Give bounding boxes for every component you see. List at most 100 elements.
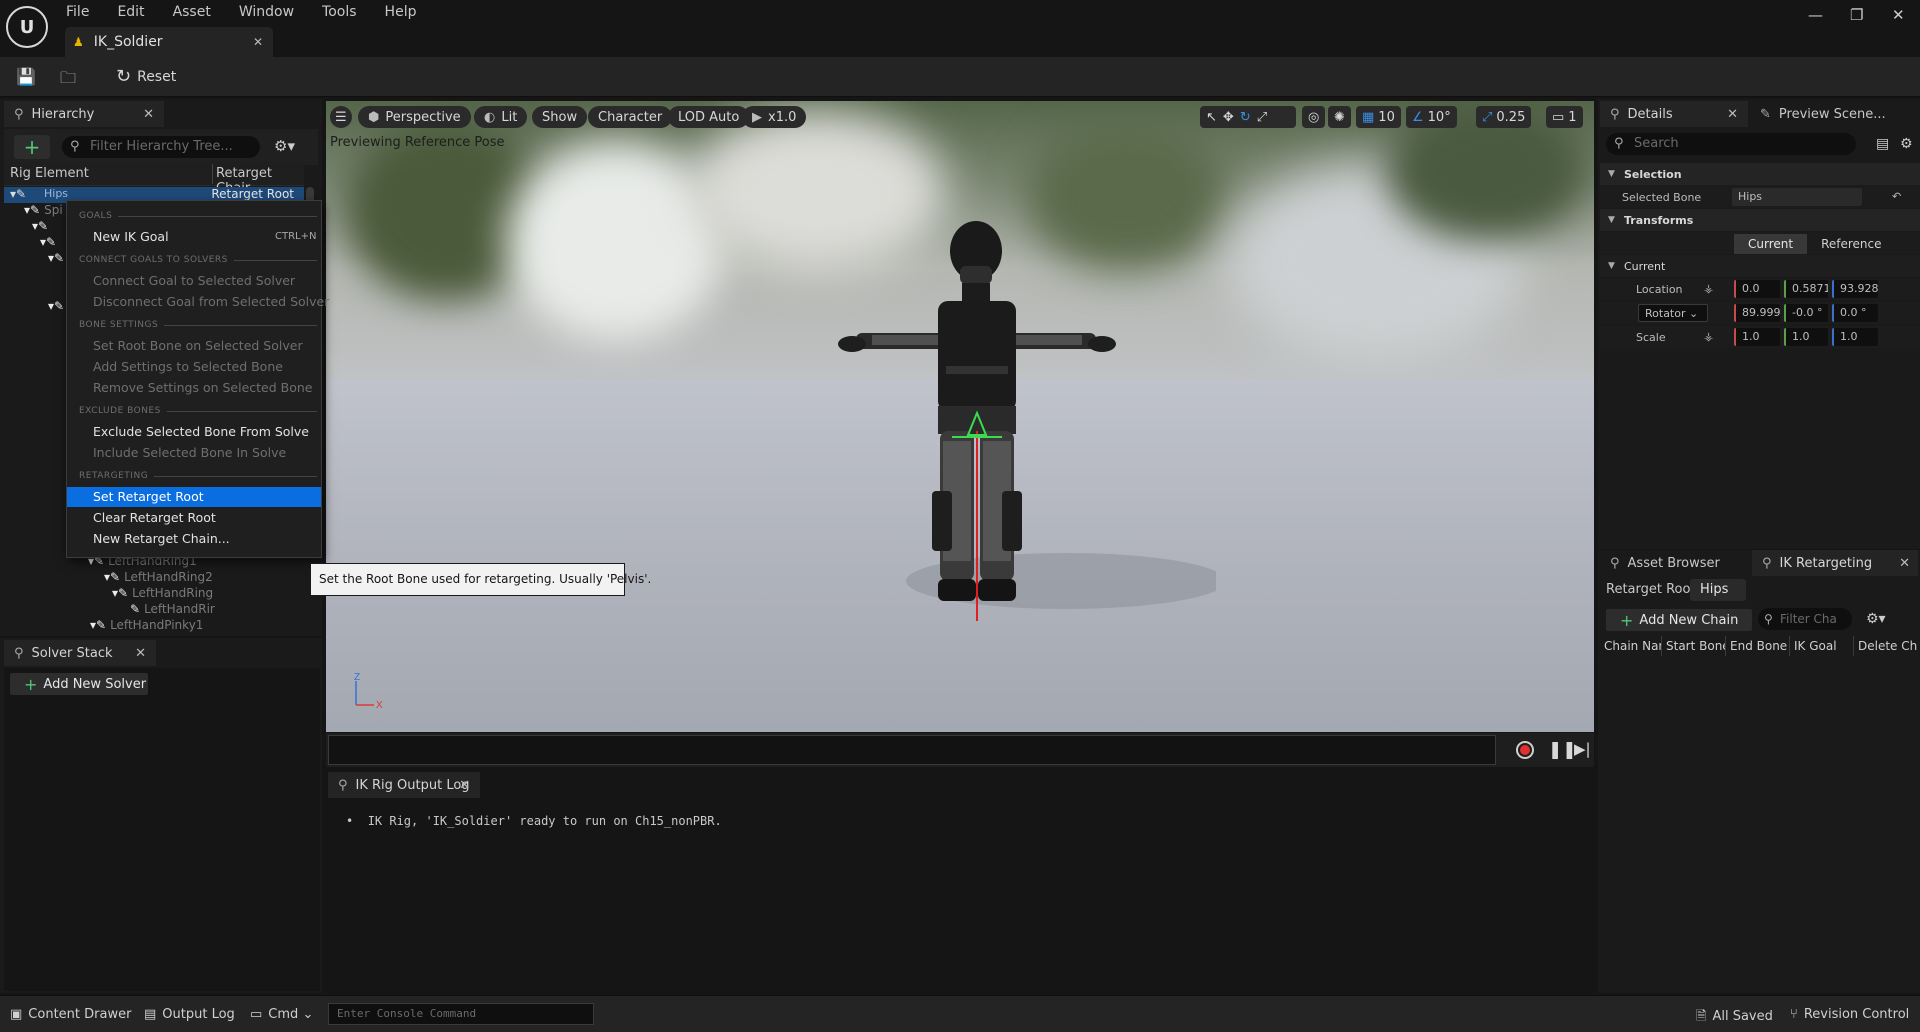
scale-snap-button[interactable]: ⤢ 0.25 <box>1476 106 1532 128</box>
tree-row[interactable]: ▾✎ LeftHandRing2 <box>104 570 213 586</box>
world-local-button[interactable]: ◎ <box>1302 106 1326 128</box>
tree-row[interactable]: ▾✎ <box>32 219 52 235</box>
document-tab[interactable]: ♟ IK_Soldier ✕ <box>65 27 273 57</box>
viewport-menu-button[interactable]: ☰ <box>330 106 352 128</box>
menu-window[interactable]: Window <box>239 4 294 20</box>
col-chain-name[interactable]: Chain Nar <box>1600 636 1662 656</box>
character-button[interactable]: Character <box>588 106 673 128</box>
menu-edit[interactable]: Edit <box>117 4 144 20</box>
scale-x-field[interactable]: 1.0 <box>1734 328 1780 346</box>
step-forward-icon[interactable]: ▶| <box>1574 740 1591 758</box>
category-selection[interactable]: ▼ Selection <box>1600 163 1920 185</box>
browse-asset-icon[interactable]: 🗀 <box>60 67 76 94</box>
revision-control-button[interactable]: ⑂ Revision Control <box>1790 1007 1909 1022</box>
save-status[interactable]: 🗎 All Saved <box>1696 1007 1773 1029</box>
pause-icon[interactable]: ❚❚ <box>1548 740 1577 760</box>
content-drawer-button[interactable]: ▣ Content Drawer <box>10 1007 131 1022</box>
menu-file[interactable]: File <box>66 4 89 20</box>
location-y-field[interactable]: 0.5871 <box>1784 280 1828 298</box>
camera-speed-button[interactable]: ▭ 1 <box>1546 106 1583 128</box>
timeline-scrubber[interactable] <box>328 735 1496 765</box>
menu-item-connect-goal[interactable]: Connect Goal to Selected Solver <box>93 273 295 288</box>
viewport[interactable]: ☰ ⬢ Perspective ◐ Lit Show Character LOD A… <box>326 101 1594 732</box>
console-command-input[interactable]: Enter Console Command <box>328 1003 594 1025</box>
rotation-x-field[interactable]: 89.999 <box>1734 304 1780 322</box>
col-delete-chain[interactable]: Delete Ch <box>1854 636 1920 656</box>
playback-speed-button[interactable]: ▶ x1.0 <box>742 106 807 128</box>
cmd-dropdown[interactable]: ▭ Cmd ⌄ <box>250 1007 313 1022</box>
perspective-button[interactable]: ⬢ Perspective <box>358 106 471 128</box>
close-details-icon[interactable]: ✕ <box>1727 107 1738 122</box>
add-new-chain-button[interactable]: + Add New Chain <box>1606 609 1752 631</box>
menu-item-disconnect-goal[interactable]: Disconnect Goal from Selected Solver <box>93 294 329 309</box>
output-log-button[interactable]: ▤ Output Log <box>144 1007 235 1022</box>
settings-gear-icon[interactable]: ⚙▾ <box>274 137 295 155</box>
menu-item-new-ik-goal[interactable]: New IK Goal CTRL+N <box>93 229 316 244</box>
surface-snap-button[interactable]: ✺ <box>1328 106 1351 128</box>
category-transforms[interactable]: ▼ Transforms <box>1600 209 1920 231</box>
rotation-snap-button[interactable]: ∠ 10° <box>1406 106 1457 128</box>
rotation-y-field[interactable]: -0.0 ° <box>1784 304 1828 322</box>
col-end-bone[interactable]: End Bone <box>1726 636 1790 656</box>
tree-row[interactable]: ✎ LeftHandRir <box>130 602 215 618</box>
hierarchy-search-input[interactable]: ⚲ Filter Hierarchy Tree... <box>62 136 260 158</box>
scale-y-field[interactable]: 1.0 <box>1784 328 1828 346</box>
close-tab-icon[interactable]: ✕ <box>253 35 263 49</box>
minimize-icon[interactable]: — <box>1808 6 1823 24</box>
tab-asset-browser[interactable]: ⚲ Asset Browser <box>1600 550 1750 576</box>
add-new-solver-button[interactable]: + Add New Solver <box>10 673 148 695</box>
reference-mode-button[interactable]: Reference <box>1807 234 1896 254</box>
save-icon[interactable]: 💾 <box>16 67 36 86</box>
show-button[interactable]: Show <box>532 106 588 128</box>
settings-gear-icon[interactable]: ⚙▾ <box>1866 611 1886 627</box>
lod-button[interactable]: LOD Auto <box>668 106 750 128</box>
grid-snap-button[interactable]: ▦ 10 <box>1356 106 1401 128</box>
menu-help[interactable]: Help <box>385 4 417 20</box>
settings-gear-icon[interactable]: ⚙ <box>1900 136 1913 152</box>
col-start-bone[interactable]: Start Bone <box>1662 636 1726 656</box>
close-ik-retargeting-icon[interactable]: ✕ <box>1899 556 1910 571</box>
menu-tools[interactable]: Tools <box>322 4 357 20</box>
tab-details[interactable]: ⚲ Details ✕ <box>1600 101 1748 127</box>
selected-bone-field[interactable]: Hips <box>1732 188 1862 206</box>
menu-item-clear-retarget-root[interactable]: Clear Retarget Root <box>93 510 216 525</box>
scale-icon[interactable]: ⤢ <box>1257 110 1273 125</box>
tab-hierarchy[interactable]: ⚲ Hierarchy ✕ <box>4 101 164 127</box>
tree-row[interactable]: ▾✎ LeftHandRing <box>112 586 213 602</box>
menu-item-remove-settings[interactable]: Remove Settings on Selected Bone <box>93 380 312 395</box>
details-search-input[interactable]: ⚲ Search <box>1606 133 1856 155</box>
tab-output-log[interactable]: ⚲ IK Rig Output Log ✕ <box>328 772 480 798</box>
menu-item-include-bone[interactable]: Include Selected Bone In Solve <box>93 445 286 460</box>
tree-row[interactable]: ▾✎ <box>40 235 60 251</box>
close-hierarchy-icon[interactable]: ✕ <box>143 107 154 122</box>
rotation-z-field[interactable]: 0.0 ° <box>1832 304 1878 322</box>
restore-icon[interactable]: ❐ <box>1850 6 1863 24</box>
select-icon[interactable]: ↖ <box>1206 110 1223 125</box>
current-mode-button[interactable]: Current <box>1734 234 1808 254</box>
reset-button[interactable]: ↻ Reset <box>116 66 176 87</box>
rotator-dropdown[interactable]: Rotator ⌄ <box>1638 304 1708 322</box>
close-solver-stack-icon[interactable]: ✕ <box>135 646 146 661</box>
chain-filter-input[interactable]: ⚲ Filter Cha <box>1758 608 1852 630</box>
col-ik-goal[interactable]: IK Goal <box>1790 636 1854 656</box>
location-x-field[interactable]: 0.0 <box>1734 280 1780 298</box>
menu-item-set-root-bone[interactable]: Set Root Bone on Selected Solver <box>93 338 303 353</box>
location-z-field[interactable]: 93.928 <box>1832 280 1878 298</box>
tab-solver-stack[interactable]: ⚲ Solver Stack ✕ <box>4 640 156 666</box>
translate-icon[interactable]: ✥ <box>1223 110 1240 125</box>
tab-preview-scene[interactable]: ✎ Preview Scene... <box>1750 101 1920 127</box>
close-output-log-icon[interactable]: ✕ <box>459 778 470 793</box>
column-divider[interactable] <box>212 164 213 184</box>
menu-item-set-retarget-root[interactable]: Set Retarget Root <box>93 489 204 504</box>
soldier-character[interactable] <box>746 191 1216 661</box>
close-window-icon[interactable]: ✕ <box>1892 6 1905 24</box>
add-element-button[interactable]: + <box>14 135 50 159</box>
tab-ik-retargeting[interactable]: ⚲ IK Retargeting ✕ <box>1752 550 1918 576</box>
lit-button[interactable]: ◐ Lit <box>474 106 528 128</box>
category-current[interactable]: ▼ Current <box>1600 255 1920 277</box>
menu-item-exclude-bone[interactable]: Exclude Selected Bone From Solve <box>93 424 309 439</box>
menu-asset[interactable]: Asset <box>173 4 211 20</box>
rotate-icon[interactable]: ↻ <box>1240 110 1257 125</box>
tree-row[interactable]: ▾✎ LeftHandPinky1 <box>90 618 203 634</box>
reset-to-default-icon[interactable]: ↶ <box>1892 190 1901 203</box>
